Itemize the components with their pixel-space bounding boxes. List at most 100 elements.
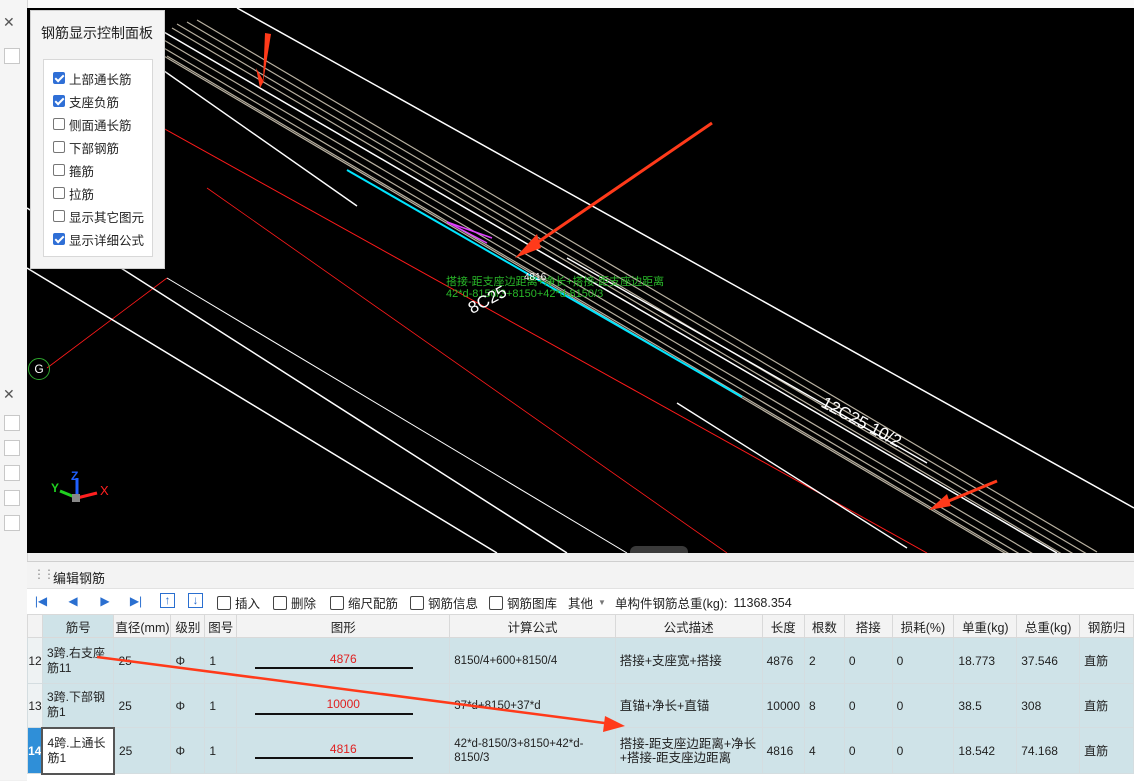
col-header[interactable]: 级别 [170,614,206,638]
cell-length[interactable]: 10000 [761,683,806,728]
cell-count[interactable]: 2 [804,637,845,684]
cell-total-weight[interactable]: 308 [1016,683,1081,728]
option-show-other-elements[interactable]: 显示其它图元 [53,207,144,225]
col-header[interactable]: 图形 [236,614,451,638]
cell-formula[interactable]: 8150/4+600+8150/4 [449,637,616,684]
drag-handle-icon[interactable]: ⋮⋮ [33,567,55,581]
cell-figure-no[interactable]: 1 [204,683,238,728]
row-number[interactable]: 12 [27,637,43,684]
col-header[interactable]: 图号 [204,614,238,638]
checkbox[interactable] [53,210,65,222]
cell-diameter[interactable]: 25 [113,637,172,684]
cell-type[interactable]: 直筋 [1079,683,1134,728]
option-show-detail-formula[interactable]: 显示详细公式 [53,230,144,248]
cell-shape[interactable]: 4816 [236,727,451,774]
first-record-icon[interactable]: |◀ [33,593,49,609]
side-tool-button[interactable] [4,440,20,456]
option-tie-bar[interactable]: 拉筋 [53,184,94,202]
next-record-icon[interactable]: ▶ [97,593,113,609]
table-row[interactable]: 14 4跨.上通长筋1 25 Φ 1 4816 42*d-8150/3+8150… [27,726,1134,775]
cell-lap[interactable]: 0 [843,637,893,684]
insert-button[interactable]: 插入 [217,593,260,612]
checkbox[interactable] [53,72,65,84]
cell-lap[interactable]: 0 [843,683,893,728]
move-down-icon[interactable]: ↓ [188,593,203,608]
row-number[interactable]: 14 [27,727,43,774]
col-header[interactable]: 损耗(%) [891,614,955,638]
cell-diameter[interactable]: 25 [113,727,172,774]
table-row[interactable]: 13 3跨.下部钢筋1 25 Φ 1 10000 37*d+8150+37*d … [27,683,1134,728]
rebar-info-button[interactable]: 钢筋信息 [410,593,478,612]
prev-record-icon[interactable]: ◀ [65,593,81,609]
rebar-library-button[interactable]: 钢筋图库 [489,593,557,612]
cell-name[interactable]: 3跨.下部钢筋1 [41,683,115,728]
cell-unit-weight[interactable]: 18.542 [953,727,1018,774]
col-header[interactable]: 钢筋归 [1079,614,1134,638]
side-tool-button[interactable] [4,415,20,431]
cell-shape[interactable]: 10000 [236,683,451,728]
cell-length[interactable]: 4876 [761,637,806,684]
col-header[interactable]: 直径(mm) [113,614,172,638]
cell-loss[interactable]: 0 [891,683,955,728]
col-header[interactable]: 根数 [804,614,845,638]
cell-total-weight[interactable]: 37.546 [1016,637,1081,684]
cell-description[interactable]: 搭接+支座宽+搭接 [614,637,763,684]
checkbox[interactable] [53,118,65,130]
col-header[interactable]: 单重(kg) [953,614,1018,638]
side-tool-button[interactable] [4,515,20,531]
option-support-negative-rebar[interactable]: 支座负筋 [53,92,119,110]
cell-grade[interactable]: Φ [170,637,206,684]
cell-formula[interactable]: 42*d-8150/3+8150+42*d-8150/3 [449,727,616,774]
cell-diameter[interactable]: 25 [113,683,172,728]
collapse-panel-tab[interactable]: ⌄ [630,546,688,553]
table-row[interactable]: 12 3跨.右支座筋11 25 Φ 1 4876 8150/4+600+8150… [27,637,1134,684]
col-header[interactable]: 筋号 [41,614,115,638]
col-header[interactable]: 长度 [761,614,806,638]
cell-type[interactable]: 直筋 [1079,637,1134,684]
row-number[interactable]: 13 [27,683,43,728]
option-side-continuous-rebar[interactable]: 侧面通长筋 [53,115,132,133]
cell-grade[interactable]: Φ [170,727,206,774]
side-tool-button[interactable] [4,465,20,481]
checkbox[interactable] [53,141,65,153]
cell-description[interactable]: 搭接-距支座边距离+净长+搭接-距支座边距离 [614,727,763,774]
col-header[interactable]: 公式描述 [614,614,763,638]
cell-loss[interactable]: 0 [891,727,955,774]
checkbox[interactable] [53,187,65,199]
cell-loss[interactable]: 0 [891,637,955,684]
cell-grade[interactable]: Φ [170,683,206,728]
col-header[interactable]: 搭接 [843,614,893,638]
cell-name[interactable]: 3跨.右支座筋11 [41,637,115,684]
move-up-icon[interactable]: ↑ [160,593,175,608]
3d-viewport[interactable]: 搭接-距支座边距离+净长+搭接-距支座边距离 42*d-8150/3+8150+… [27,8,1134,553]
delete-button[interactable]: 删除 [273,593,316,612]
close-icon[interactable]: ✕ [3,386,15,403]
cell-lap[interactable]: 0 [843,727,893,774]
cell-formula[interactable]: 37*d+8150+37*d [449,683,616,728]
cell-shape[interactable]: 4876 [236,637,451,684]
cell-count[interactable]: 4 [804,727,845,774]
cell-description[interactable]: 直锚+净长+直锚 [614,683,763,728]
cell-type[interactable]: 直筋 [1079,727,1134,774]
cell-length[interactable]: 4816 [761,727,806,774]
col-header[interactable]: 计算公式 [449,614,616,638]
other-dropdown[interactable]: 其他 ▼ [568,593,606,612]
scale-rebar-button[interactable]: 缩尺配筋 [330,593,398,612]
cell-name[interactable]: 4跨.上通长筋1 [41,726,115,775]
option-top-continuous-rebar[interactable]: 上部通长筋 [53,69,132,87]
cell-figure-no[interactable]: 1 [204,637,238,684]
checkbox[interactable] [53,233,65,245]
last-record-icon[interactable]: ▶| [128,593,144,609]
cell-total-weight[interactable]: 74.168 [1016,727,1081,774]
cell-unit-weight[interactable]: 18.773 [953,637,1018,684]
side-tool-button[interactable] [4,490,20,506]
cell-count[interactable]: 8 [804,683,845,728]
option-bottom-rebar[interactable]: 下部钢筋 [53,138,119,156]
cell-unit-weight[interactable]: 38.5 [953,683,1018,728]
cell-figure-no[interactable]: 1 [204,727,238,774]
close-icon[interactable]: ✕ [3,14,15,31]
checkbox[interactable] [53,164,65,176]
side-tool-button[interactable] [4,48,20,64]
option-stirrup[interactable]: 箍筋 [53,161,94,179]
col-header[interactable]: 总重(kg) [1016,614,1081,638]
